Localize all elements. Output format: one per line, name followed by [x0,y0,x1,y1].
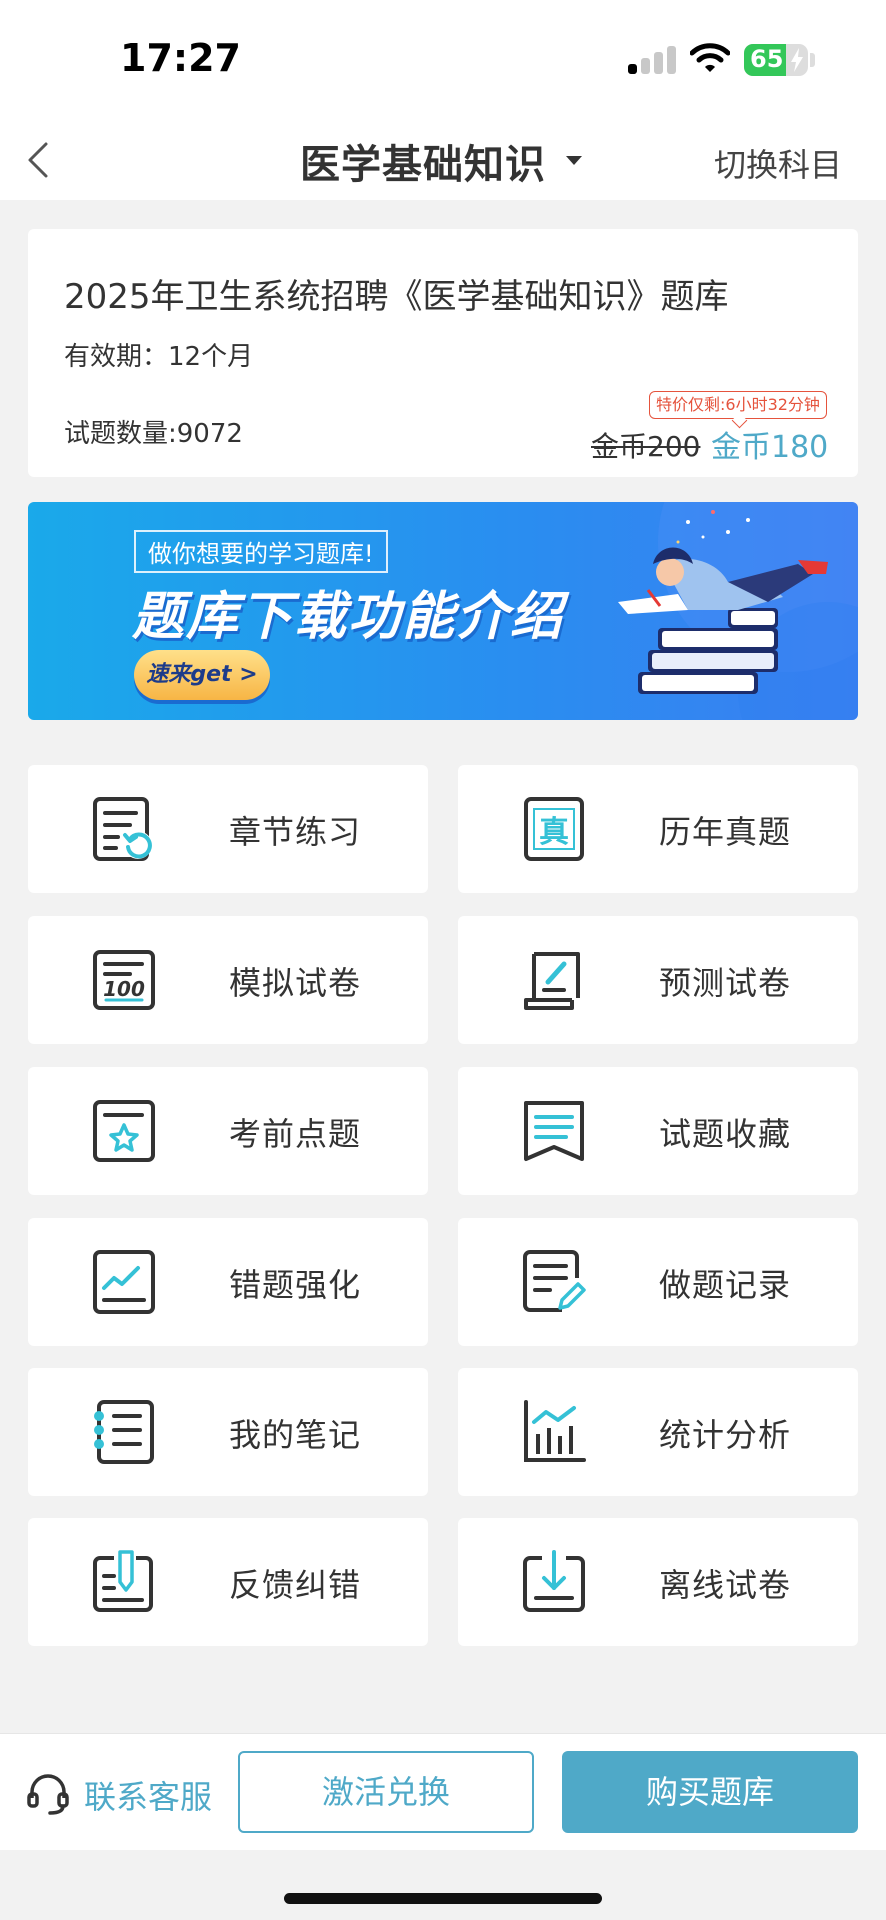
battery-icon: 65 [744,44,808,76]
feature-statistics[interactable]: 统计分析 [458,1368,858,1496]
product-title: 2025年卫生系统招聘《医学基础知识》题库 [64,277,729,317]
chapter-practice-icon [93,797,152,861]
feature-label: 历年真题 [659,813,792,851]
feature-wrong-questions[interactable]: 错题强化 [28,1218,428,1346]
buy-question-bank-button[interactable]: 购买题库 [562,1751,858,1833]
status-time: 17:27 [120,36,241,80]
headset-icon[interactable] [26,1772,70,1816]
feature-predicted-exam[interactable]: 预测试卷 [458,916,858,1044]
switch-subject-button[interactable]: 切换科目 [714,140,842,186]
banner-tag: 做你想要的学习题库! [134,530,388,573]
cellular-signal-icon [628,44,676,74]
svg-text:100: 100 [103,977,145,1001]
feature-label: 模拟试卷 [229,964,362,1002]
banner-cta-button[interactable]: 速来get > [134,650,270,700]
battery-level: 65 [750,45,784,73]
feature-label: 我的笔记 [229,1416,362,1454]
bottom-action-bar: 联系客服 激活兑换 购买题库 [0,1733,886,1850]
banner-headline: 题库下载功能介绍 [132,587,565,647]
offline-download-icon [523,1550,585,1612]
mock-exam-icon: 100 [93,950,155,1010]
question-count: 试题数量:9072 [64,419,243,449]
feature-offline-download[interactable]: 离线试卷 [458,1518,858,1646]
activate-redeem-button[interactable]: 激活兑换 [238,1751,534,1833]
feature-label: 章节练习 [229,813,362,851]
original-price: 金币200 [591,430,701,463]
feature-feedback[interactable]: 反馈纠错 [28,1518,428,1646]
notes-icon [94,1400,154,1464]
feature-label: 预测试卷 [659,964,792,1002]
feature-label: 错题强化 [229,1266,362,1304]
predicted-exam-icon [524,952,580,1010]
battery-cap [810,53,815,67]
svg-text:真: 真 [539,815,569,850]
statistics-icon [524,1400,586,1462]
wifi-icon [690,43,730,72]
feature-pre-exam-tips[interactable]: 考前点题 [28,1067,428,1195]
feedback-icon [93,1550,153,1612]
caret-down-icon[interactable] [566,156,582,165]
feature-past-exams[interactable]: 真 历年真题 [458,765,858,893]
nav-bar: 医学基础知识 切换科目 [0,120,886,200]
feature-favorites[interactable]: 试题收藏 [458,1067,858,1195]
practice-record-icon [523,1250,586,1312]
feature-label: 反馈纠错 [229,1566,362,1604]
feature-label: 离线试卷 [659,1566,792,1604]
feature-mock-exam[interactable]: 100 模拟试卷 [28,916,428,1044]
favorites-icon [524,1101,584,1161]
past-exams-icon: 真 [524,797,584,861]
feature-label: 试题收藏 [659,1115,792,1153]
status-bar: 17:27 65 [0,0,886,120]
page-title[interactable]: 医学基础知识 [300,132,546,190]
sale-price: 金币180 [711,430,829,465]
pre-exam-tips-icon [93,1100,155,1162]
charging-bolt-icon [791,48,803,72]
feature-chapter-practice[interactable]: 章节练习 [28,765,428,893]
feature-notes[interactable]: 我的笔记 [28,1368,428,1496]
back-arrow-icon[interactable] [18,138,62,182]
student-reading-illustration [618,510,828,694]
home-indicator[interactable] [284,1893,602,1904]
feature-label: 统计分析 [659,1416,792,1454]
validity-period: 有效期：12个月 [64,342,254,372]
feature-label: 考前点题 [229,1115,362,1153]
feature-label: 做题记录 [659,1266,792,1304]
wrong-questions-icon [93,1250,155,1314]
download-feature-banner[interactable]: 做你想要的学习题库! 题库下载功能介绍 速来get > [28,502,858,720]
contact-service-button[interactable]: 联系客服 [84,1772,212,1818]
promo-countdown-badge: 特价仅剩:6小时32分钟 [649,391,827,419]
feature-practice-record[interactable]: 做题记录 [458,1218,858,1346]
product-info-card: 2025年卫生系统招聘《医学基础知识》题库 有效期：12个月 试题数量:9072… [28,229,858,477]
